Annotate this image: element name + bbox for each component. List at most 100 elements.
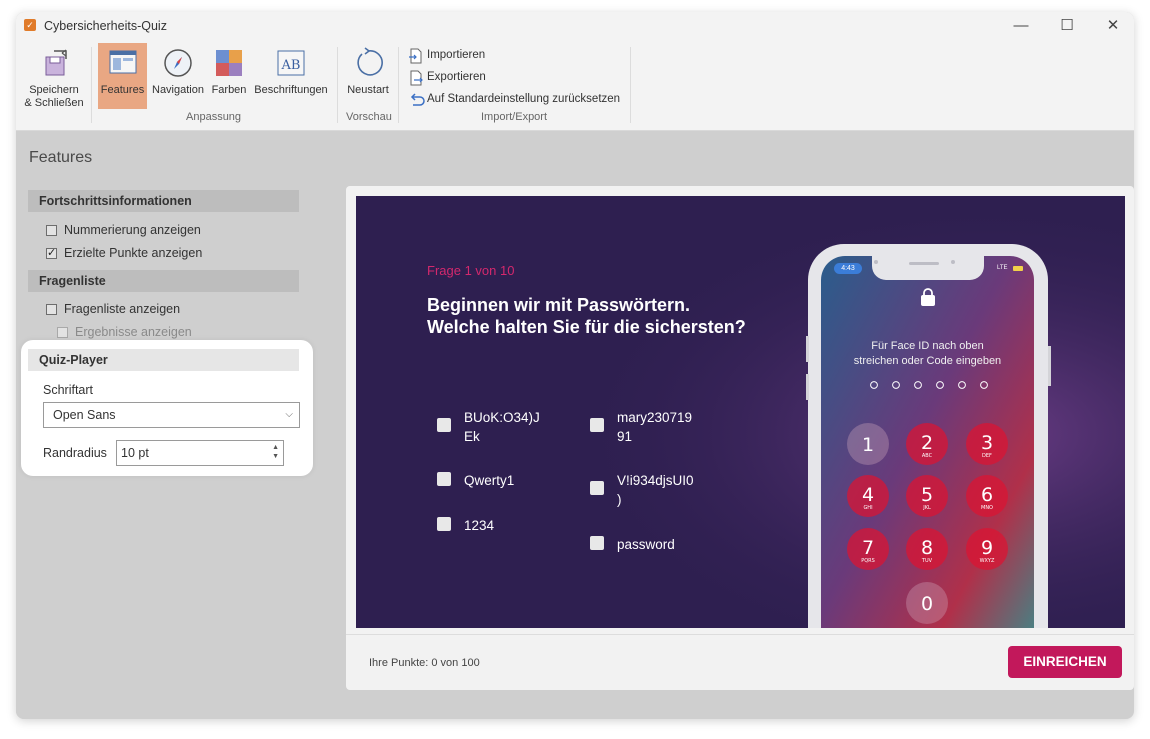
checkbox-checked[interactable] (46, 246, 57, 259)
answer-text: mary230719 91 (617, 408, 692, 446)
stepper-down-icon[interactable]: ▼ (272, 452, 279, 461)
preview-area: 1 2 ABC 3 DEF 4 GHI 5 JKL 6 MNO 7 PQRS 8 TUV 9 WXYZ 0 4:4… (330, 142, 1134, 719)
answer-text-line: Ek (464, 429, 480, 444)
tab-features[interactable]: Features (98, 43, 147, 109)
border-radius-value: 10 pt (121, 446, 149, 460)
footer-divider (346, 634, 1134, 635)
unlock-hint-line-2: streichen oder Code eingeben (853, 355, 1002, 367)
minimize-button[interactable]: — (998, 12, 1044, 41)
save-icon (45, 49, 67, 76)
keypad-digit: 3 (981, 432, 993, 454)
ribbon-separator (630, 47, 631, 123)
section-progress-info: Fortschrittsinformationen (28, 190, 299, 212)
reset-label: Auf Standardeinstellung zurücksetzen (427, 93, 621, 105)
keypad-letters: ABC (922, 453, 933, 459)
import-icon (409, 48, 422, 64)
section-question-list: Fragenliste (28, 270, 299, 292)
save-label-2: & Schließen (24, 97, 84, 109)
keypad-digit: 9 (981, 537, 993, 559)
keypad-letters: JKL (922, 505, 931, 511)
maximize-button[interactable]: ☐ (1044, 12, 1090, 41)
palette-icon (216, 50, 242, 76)
save-close-button[interactable]: Speichern & Schließen (22, 43, 86, 109)
show-results-label: Ergebnisse anzeigen (75, 325, 192, 339)
answer-checkbox[interactable] (590, 481, 604, 495)
phone-network: LTE (997, 265, 1008, 271)
save-label-1: Speichern (29, 84, 79, 96)
keypad-digit: 7 (862, 537, 874, 559)
answer-text: 1234 (464, 518, 495, 533)
answer-checkbox[interactable] (437, 472, 451, 486)
group-preview-label: Vorschau (346, 111, 392, 123)
answer-text: BUoK:O34)J Ek (464, 408, 540, 446)
app-window: ✓ Cybersicherheits-Quiz — ☐ ✕ Speichern &… (16, 12, 1134, 719)
show-question-list-label: Fragenliste anzeigen (64, 302, 181, 316)
stepper-arrows[interactable]: ▲ ▼ (272, 443, 279, 461)
tab-labels[interactable]: AB Beschriftungen (250, 43, 332, 109)
left-panel: Features Fortschrittsinformationen Numme… (16, 131, 313, 719)
phone-time: 4:43 (841, 265, 855, 272)
chevron-down-icon: ⌵ (285, 409, 293, 420)
lock-icon (921, 295, 935, 306)
score-text: Ihre Punkte: 0 von 100 (369, 657, 480, 669)
import-label: Importieren (427, 49, 486, 61)
unlock-hint-line-1: Für Face ID nach oben (871, 340, 984, 352)
quiz-player-settings: Quiz-Player Schriftart Open Sans ⌵ Randr… (21, 340, 313, 476)
font-label: Schriftart (43, 383, 94, 397)
stepper-up-icon[interactable]: ▲ (272, 443, 279, 452)
border-radius-label: Randradius (43, 446, 107, 460)
keypad-digit: 1 (862, 434, 874, 456)
answer-checkbox[interactable] (437, 517, 451, 531)
undo-icon (410, 93, 425, 106)
keypad-letters: PQRS (861, 558, 875, 564)
labels-label: Beschriftungen (254, 84, 328, 96)
submit-button[interactable]: EINREICHEN (1008, 646, 1122, 678)
answer-text-line: BUoK:O34)J (464, 410, 540, 425)
app-icon: ✓ (24, 19, 36, 31)
keypad-letters: GHI (863, 505, 872, 511)
answer-text: Qwerty1 (464, 473, 515, 488)
text-label-icon: AB (277, 50, 305, 76)
ribbon-separator (337, 47, 338, 123)
keypad-digit: 2 (921, 432, 933, 454)
keypad-digit: 5 (921, 484, 933, 506)
keypad-digit: 0 (921, 593, 933, 615)
group-import-export-label: Import/Export (481, 111, 548, 123)
restart-button[interactable]: Neustart (342, 43, 394, 109)
answer-text: password (617, 537, 675, 552)
close-button[interactable]: ✕ (1090, 12, 1134, 41)
answer-checkbox[interactable] (590, 536, 604, 550)
show-points-label: Erzielte Punkte anzeigen (64, 246, 203, 260)
export-label: Exportieren (427, 71, 486, 83)
ribbon-separator (91, 47, 92, 123)
answer-text-line: 91 (617, 429, 633, 444)
checkbox-disabled (57, 327, 68, 338)
panel-title: Features (29, 149, 93, 166)
group-customize-label: Anpassung (186, 111, 242, 123)
border-radius-stepper[interactable]: 10 pt ▲ ▼ (116, 440, 284, 466)
compass-icon (164, 49, 192, 77)
restart-label: Neustart (347, 84, 389, 96)
colors-label: Farben (211, 84, 247, 96)
tab-navigation[interactable]: Navigation (148, 43, 208, 109)
keypad-letters: DEF (982, 453, 992, 459)
font-select[interactable]: Open Sans ⌵ (43, 402, 300, 428)
keypad-digit: 8 (921, 537, 933, 559)
tab-colors[interactable]: Farben (209, 43, 249, 109)
answer-checkbox[interactable] (590, 418, 604, 432)
answer-text: V!i934djsUI0) (617, 471, 694, 509)
checkbox[interactable] (46, 304, 57, 315)
svg-text:AB: AB (281, 58, 301, 73)
answer-text-line: V!i934djsUI0 (617, 473, 694, 488)
features-label: Features (100, 84, 145, 96)
question-line-1: Beginnen wir mit Passwörtern. (427, 295, 691, 315)
answer-checkbox[interactable] (437, 418, 451, 432)
section-quiz-player: Quiz-Player (28, 349, 299, 371)
phone-notch (872, 256, 984, 280)
restart-icon (357, 47, 383, 76)
keypad-letters: TUV (921, 558, 933, 564)
quiz-card: 1 2 ABC 3 DEF 4 GHI 5 JKL 6 MNO 7 PQRS 8 TUV 9 WXYZ 0 4:4… (346, 186, 1134, 690)
window-title: Cybersicherheits-Quiz (44, 19, 167, 33)
checkbox[interactable] (46, 225, 57, 236)
question-line-2: Welche halten Sie für die sichersten? (427, 317, 746, 337)
